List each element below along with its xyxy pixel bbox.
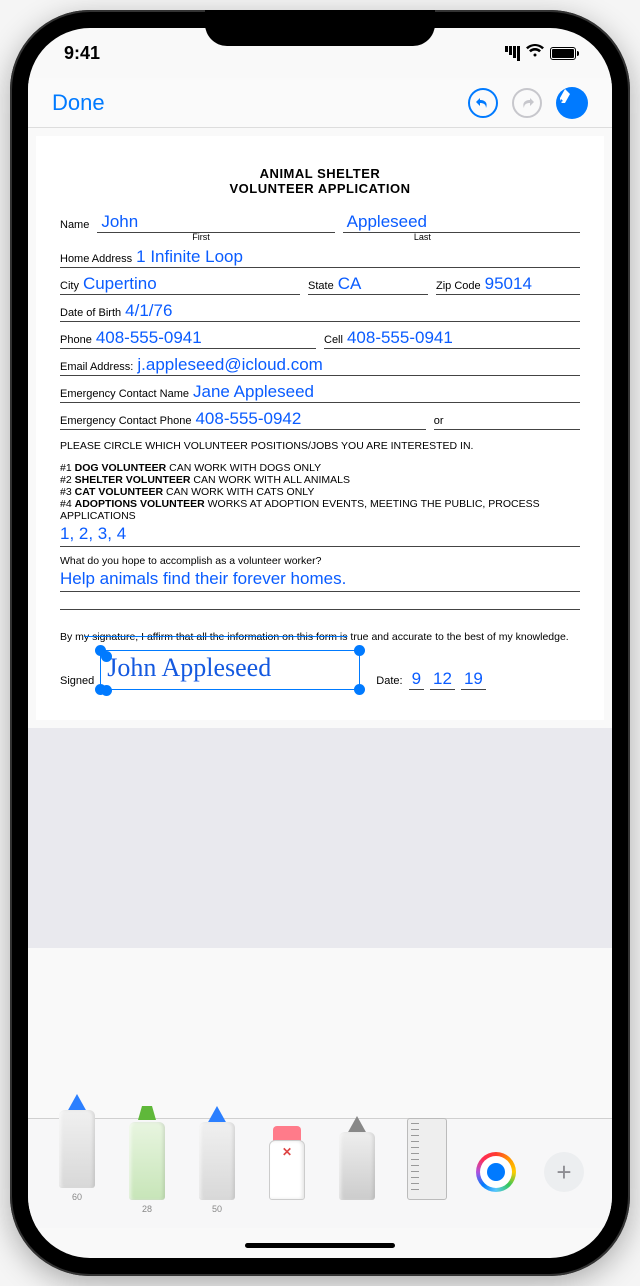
cellular-icon [505, 46, 520, 61]
label-state: State [308, 280, 334, 294]
label-signed: Signed [60, 675, 94, 690]
add-button[interactable]: + [544, 1152, 584, 1192]
markup-pen-button[interactable] [556, 87, 588, 119]
ruler-tool[interactable] [406, 1118, 448, 1214]
value-answer: Help animals find their forever homes. [60, 567, 580, 592]
highlighter-tool[interactable]: 28 [126, 1122, 168, 1214]
pen-size: 60 [72, 1192, 82, 1202]
eraser-tool[interactable]: ✕ [266, 1140, 308, 1214]
value-choices: 1, 2, 3, 4 [60, 522, 580, 547]
pencil-tool[interactable]: 50 [196, 1122, 238, 1214]
value-email: j.appleseed@icloud.com [133, 355, 322, 375]
question: What do you hope to accomplish as a volu… [60, 555, 580, 567]
signature-selection[interactable]: John Appleseed [100, 650, 360, 690]
document-canvas[interactable]: ANIMAL SHELTER VOLUNTEER APPLICATION Nam… [36, 136, 604, 720]
nav-bar: Done [28, 78, 612, 128]
value-zip: 95014 [481, 274, 532, 294]
notch [205, 10, 435, 46]
pencil-size: 50 [212, 1204, 222, 1214]
label-ecname: Emergency Contact Name [60, 388, 189, 402]
home-indicator[interactable] [245, 1243, 395, 1248]
label-address: Home Address [60, 253, 132, 267]
label-ecphone: Emergency Contact Phone [60, 415, 191, 429]
signature-row: Signed John Appleseed Date: 9 12 19 [60, 650, 580, 690]
wifi-icon [526, 44, 544, 63]
label-date: Date: [376, 675, 402, 690]
label-name: Name [60, 219, 89, 233]
value-phone: 408-555-0941 [92, 328, 202, 348]
value-ecphone: 408-555-0942 [191, 409, 301, 429]
phone-frame: 9:41 Done [10, 10, 630, 1276]
time: 9:41 [64, 43, 100, 64]
value-state: CA [334, 274, 362, 294]
label-phone: Phone [60, 334, 92, 348]
redo-button [512, 88, 542, 118]
value-dob: 4/1/76 [121, 301, 172, 321]
done-button[interactable]: Done [52, 90, 105, 116]
value-address: 1 Infinite Loop [132, 247, 243, 267]
value-date: 9 12 19 [409, 669, 486, 690]
affirmation: By my signature, I affirm that all the i… [60, 630, 580, 644]
label-email: Email Address: [60, 361, 133, 375]
value-ecname: Jane Appleseed [189, 382, 314, 402]
value-lastname: Appleseed [343, 212, 427, 232]
volunteer-positions: #1 DOG VOLUNTEER CAN WORK WITH DOGS ONLY… [60, 462, 580, 522]
blank-line [60, 592, 580, 610]
label-zip: Zip Code [436, 280, 481, 294]
value-cell: 408-555-0941 [343, 328, 453, 348]
value-firstname: John [97, 212, 138, 232]
label-city: City [60, 280, 79, 294]
instructions: PLEASE CIRCLE WHICH VOLUNTEER POSITIONS/… [60, 440, 580, 454]
color-picker-button[interactable] [476, 1152, 516, 1192]
pen-tool[interactable]: 60 [56, 1110, 98, 1202]
current-color-icon [487, 1163, 505, 1181]
label-or: or [434, 415, 444, 429]
sublabel-last: Last [414, 232, 431, 242]
label-cell: Cell [324, 334, 343, 348]
battery-icon [550, 47, 576, 60]
screen: 9:41 Done [28, 28, 612, 1258]
doc-title-2: VOLUNTEER APPLICATION [60, 181, 580, 196]
doc-title-1: ANIMAL SHELTER [60, 166, 580, 181]
label-dob: Date of Birth [60, 307, 121, 321]
sublabel-first: First [192, 232, 210, 242]
marker-size: 28 [142, 1204, 152, 1214]
canvas-background [28, 728, 612, 948]
value-city: Cupertino [79, 274, 157, 294]
lasso-tool[interactable] [336, 1132, 378, 1214]
markup-tool-tray: 60 28 50 ✕ [28, 1118, 612, 1228]
undo-button[interactable] [468, 88, 498, 118]
signature-value: John Appleseed [101, 651, 359, 685]
